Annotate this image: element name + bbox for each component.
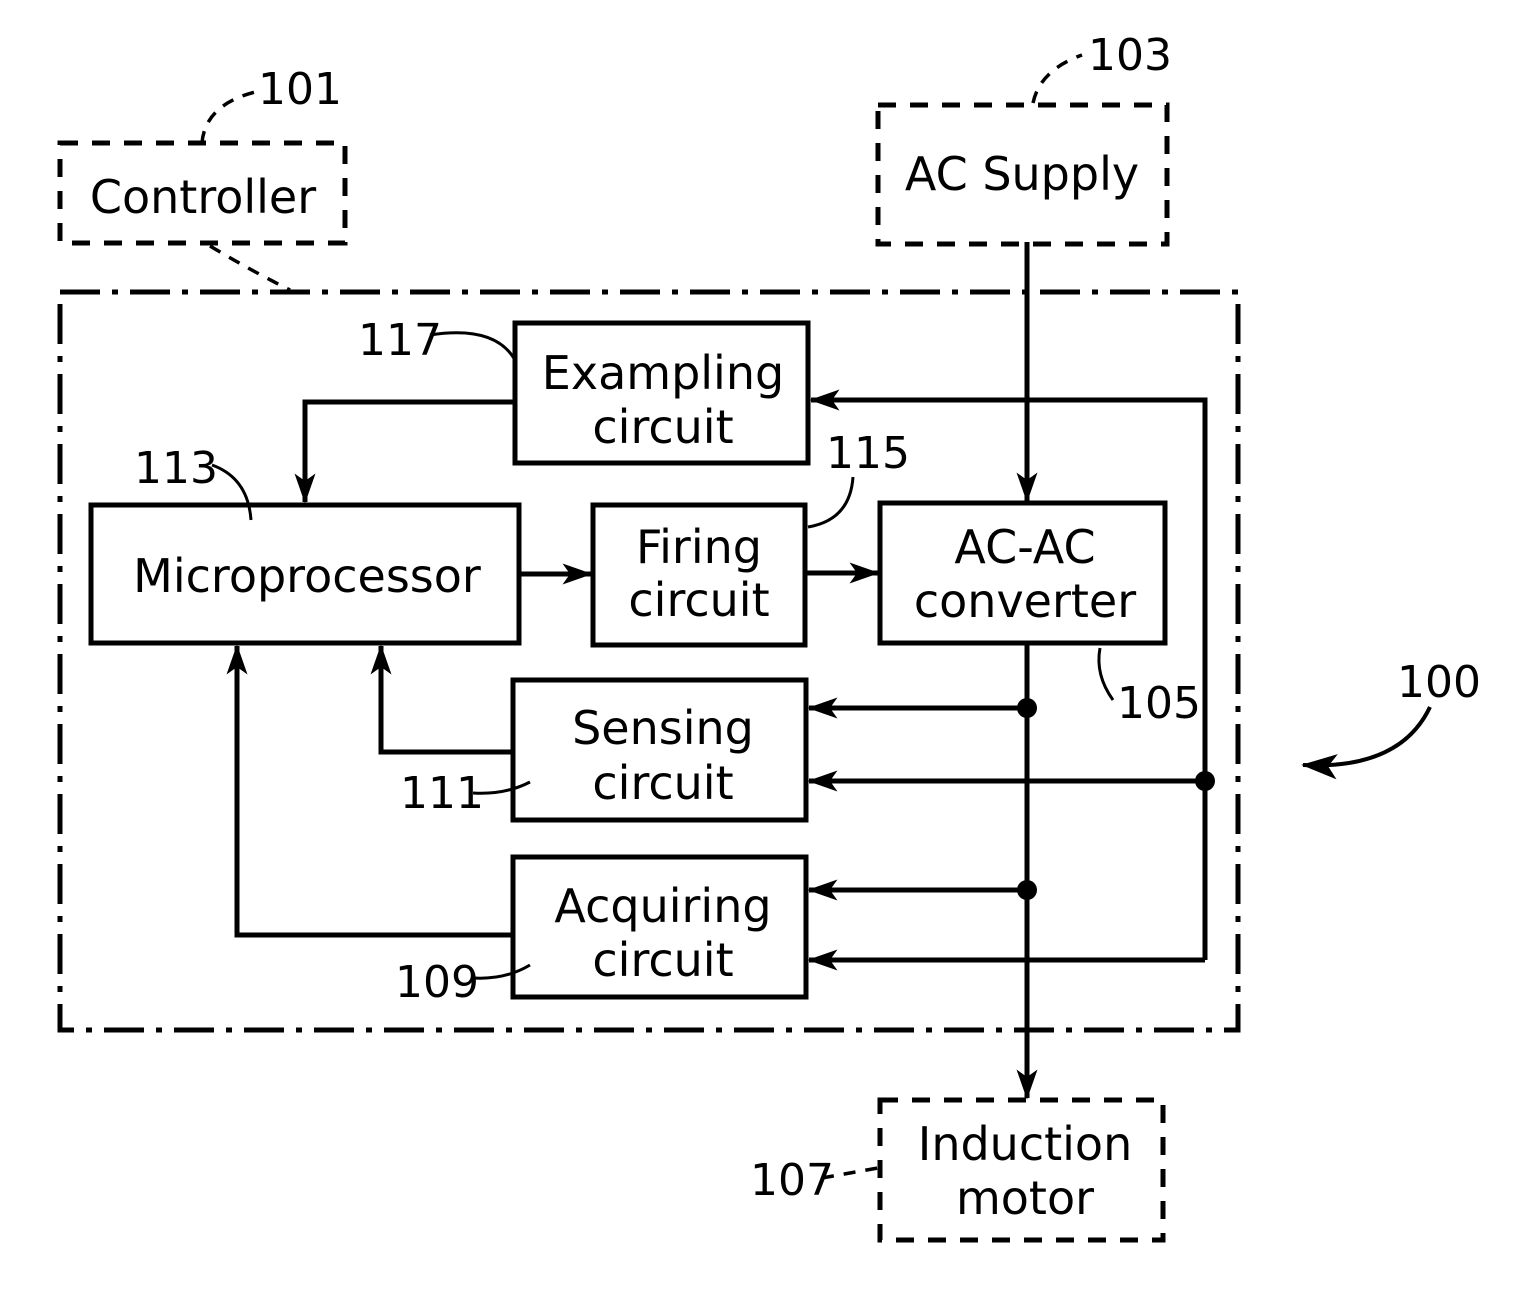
converter-label-line2: converter <box>914 574 1136 628</box>
junction-dot <box>1195 771 1215 791</box>
ref-107: 107 <box>750 1155 834 1206</box>
controller-label: Controller <box>90 170 316 224</box>
ref-115: 115 <box>826 428 910 479</box>
microprocessor-label: Microprocessor <box>133 549 481 603</box>
exampling-label-line2: circuit <box>592 400 733 454</box>
ref-leader-115 <box>807 476 855 529</box>
wire-sensing-to-microprocessor <box>370 644 513 755</box>
ref-100: 100 <box>1397 657 1481 708</box>
ref-103: 103 <box>1088 30 1172 81</box>
wire-exampling-to-microprocessor <box>294 399 515 504</box>
ref-111: 111 <box>400 768 484 819</box>
ref-leader-101 <box>200 90 256 144</box>
exampling-label-line1: Exampling <box>542 346 784 400</box>
sensing-label-line2: circuit <box>592 756 733 810</box>
firing-label-line1: Firing <box>636 520 762 574</box>
induction-motor-block: Induction motor <box>877 1097 1166 1243</box>
junction-dot <box>1017 880 1037 900</box>
exampling-circuit-block: Exampling circuit <box>512 320 811 466</box>
ref-101: 101 <box>258 64 342 115</box>
ref-117: 117 <box>358 315 442 366</box>
ref-105: 105 <box>1117 678 1201 729</box>
microprocessor-block: Microprocessor <box>88 502 522 646</box>
ref-leader-105 <box>1097 647 1115 701</box>
ref-109: 109 <box>395 957 479 1008</box>
sensing-circuit-block: Sensing circuit <box>510 677 809 823</box>
acquiring-label-line2: circuit <box>592 933 733 987</box>
firing-circuit-block: Firing circuit <box>590 502 808 648</box>
controller-block: Controller <box>57 140 348 246</box>
ref-113: 113 <box>134 443 218 494</box>
induction-motor-label-line2: motor <box>956 1171 1094 1225</box>
ac-ac-converter-block: AC-AC converter <box>877 500 1168 646</box>
controller-link <box>209 244 291 292</box>
induction-motor-label-line1: Induction <box>918 1117 1132 1171</box>
sensing-label-line1: Sensing <box>572 701 754 755</box>
firing-label-line2: circuit <box>628 573 769 627</box>
acquiring-circuit-block: Acquiring circuit <box>510 854 809 1000</box>
ref-leader-103 <box>1031 53 1083 104</box>
junction-dot <box>1017 698 1037 718</box>
ac-supply-label: AC Supply <box>905 147 1139 201</box>
block-diagram: Controller 101 AC Supply 103 Induction m… <box>57 30 1481 1243</box>
system-ref-arrow <box>1301 706 1432 780</box>
ref-leader-117 <box>429 331 517 361</box>
ac-supply-block: AC Supply <box>875 102 1170 247</box>
converter-label-line1: AC-AC <box>954 520 1095 574</box>
acquiring-label-line1: Acquiring <box>554 879 771 933</box>
